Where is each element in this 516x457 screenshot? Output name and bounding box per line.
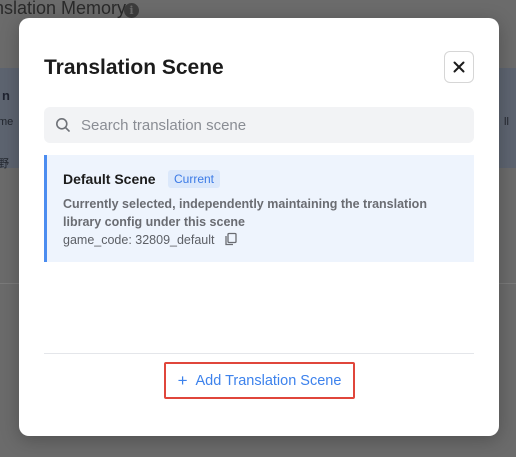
search-box: [44, 107, 474, 143]
background-right-fragment: ll: [504, 116, 509, 128]
scene-description: Currently selected, independently mainta…: [63, 197, 427, 229]
dialog-title: Translation Scene: [44, 56, 224, 79]
add-translation-scene-button[interactable]: + Add Translation Scene: [164, 362, 355, 399]
background-banner-subtext: me: [0, 116, 14, 128]
background-banner-subtext-2: 野: [0, 158, 9, 170]
background-banner-text: n: [2, 88, 10, 103]
scene-item-default[interactable]: Default Scene Current Currently selected…: [44, 155, 474, 262]
close-icon: [453, 61, 465, 73]
search-input[interactable]: [81, 116, 461, 134]
footer-divider: [44, 353, 474, 354]
close-button[interactable]: [444, 51, 474, 83]
plus-icon: +: [177, 371, 188, 390]
info-icon: i: [124, 3, 139, 18]
translation-scene-dialog: Translation Scene Default Scene Current …: [19, 18, 499, 436]
scene-game-code: game_code: 32809_default: [63, 233, 215, 247]
current-badge: Current: [168, 170, 221, 188]
copy-icon[interactable]: [224, 232, 238, 246]
background-title: nslation Memory: [0, 0, 127, 18]
search-icon: [55, 117, 71, 133]
add-button-label: Add Translation Scene: [195, 372, 342, 389]
scene-name: Default Scene: [63, 171, 156, 187]
